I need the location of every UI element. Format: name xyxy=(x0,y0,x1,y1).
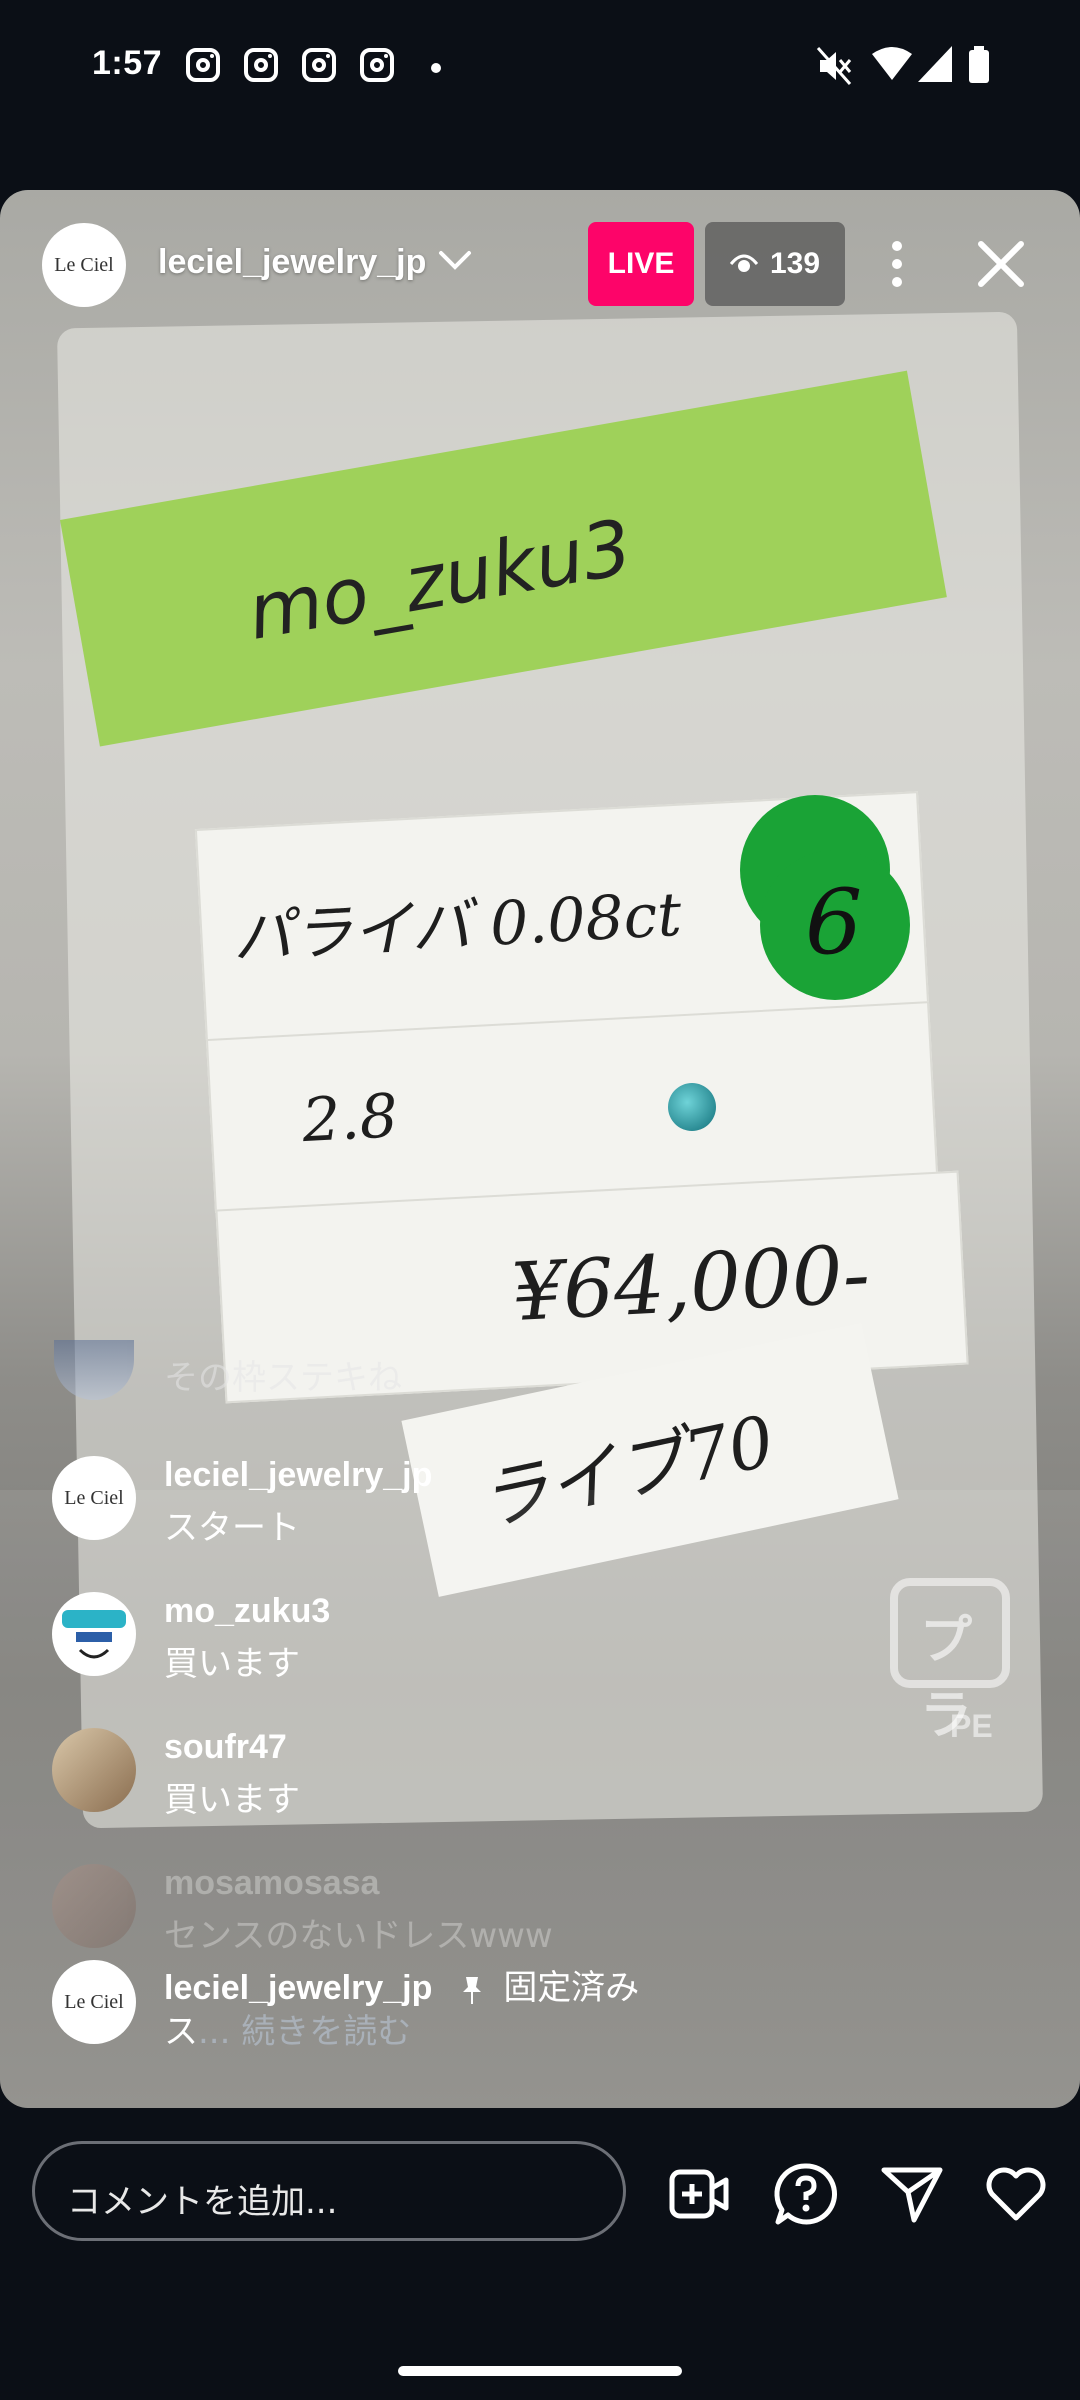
viewer-count: 139 xyxy=(769,247,821,280)
instagram-icon xyxy=(302,48,336,82)
card-stone-text: パライバ 0.08ct xyxy=(230,879,684,974)
comment-username-row: leciel_jewelry_jp 固定済み xyxy=(164,1960,639,2009)
heart-icon[interactable] xyxy=(984,2162,1048,2226)
pin-icon xyxy=(462,1977,481,2005)
eye-icon xyxy=(729,254,758,272)
pinned-label: 固定済み xyxy=(503,1968,640,2008)
wifi-icon xyxy=(872,47,912,80)
comment-text: スタート xyxy=(164,1508,300,1548)
battery-icon xyxy=(969,46,989,83)
send-icon[interactable] xyxy=(880,2162,944,2226)
question-icon[interactable] xyxy=(774,2162,838,2226)
avatar-illustration xyxy=(62,1610,126,1659)
comment-text: 買います xyxy=(164,1780,300,1820)
comment-username[interactable]: mo_zuku3 xyxy=(164,1592,330,1631)
comment-username[interactable]: leciel_jewelry_jp xyxy=(164,1456,432,1495)
comment-username[interactable]: mosamosasa xyxy=(164,1864,379,1903)
comment-text: センスのないドレスwww xyxy=(164,1916,553,1956)
more-options-icon[interactable] xyxy=(880,240,914,290)
commenter-logo: Le Ciel xyxy=(64,1486,124,1509)
add-video-icon[interactable] xyxy=(668,2162,732,2226)
status-bar: 1:57 xyxy=(0,0,1080,140)
pinned-comment[interactable]: Le Ciel leciel_jewelry_jp 固定済み ス... 続きを読… xyxy=(52,1960,952,2060)
signal-icon xyxy=(918,46,952,82)
card-size-text: 2.8 xyxy=(300,1081,400,1157)
comment-item[interactable]: mo_zuku3 買います xyxy=(52,1592,952,1692)
comment-avatar[interactable] xyxy=(52,1592,136,1676)
comment-item[interactable]: soufr47 買います xyxy=(52,1728,952,1828)
read-more-link[interactable]: ... 続きを読む xyxy=(198,2012,411,2052)
comment-item[interactable]: Le Ciel leciel_jewelry_jp スタート xyxy=(52,1456,952,1556)
note-text: mo_zuku3 xyxy=(241,502,639,657)
instagram-icon xyxy=(186,48,220,82)
gemstone xyxy=(668,1083,716,1131)
commenter-logo: Le Ciel xyxy=(64,1990,124,2013)
comment-avatar[interactable] xyxy=(52,1728,136,1812)
host-logo: Le Ciel xyxy=(54,253,114,276)
comment-text: その枠ステキね xyxy=(164,1358,402,1398)
comment-text-row: ス... 続きを読む xyxy=(164,2004,411,2053)
chevron-down-icon[interactable] xyxy=(438,250,472,272)
comment-avatar xyxy=(54,1340,134,1400)
card-number: 6 xyxy=(805,870,863,975)
live-badge: LIVE xyxy=(588,222,694,306)
home-indicator[interactable] xyxy=(398,2366,682,2376)
comment-input[interactable]: コメントを追加... xyxy=(32,2141,626,2241)
comment-username[interactable]: leciel_jewelry_jp xyxy=(164,1969,432,2007)
comment-text: 買います xyxy=(164,1644,300,1684)
host-avatar[interactable]: Le Ciel xyxy=(42,223,126,307)
comment-username[interactable]: soufr47 xyxy=(164,1728,287,1767)
more-notifications-dot xyxy=(431,63,441,73)
comment-list[interactable]: その枠ステキね Le Ciel leciel_jewelry_jp スタート m… xyxy=(0,1320,1080,2100)
comment-avatar[interactable]: Le Ciel xyxy=(52,1960,136,2044)
comment-input-placeholder: コメントを追加... xyxy=(67,2182,338,2222)
instagram-icon xyxy=(360,48,394,82)
comment-avatar[interactable] xyxy=(52,1864,136,1948)
green-sticker: 6 xyxy=(760,850,910,1000)
mute-icon xyxy=(816,47,852,85)
comment-item[interactable]: mosamosasa センスのないドレスwww xyxy=(52,1864,952,1964)
instagram-icon xyxy=(244,48,278,82)
status-time: 1:57 xyxy=(92,44,163,82)
comment-text: ス xyxy=(164,2012,198,2052)
viewer-count-badge[interactable]: 139 xyxy=(705,222,845,306)
host-username[interactable]: leciel_jewelry_jp xyxy=(158,243,426,282)
comment-avatar[interactable]: Le Ciel xyxy=(52,1456,136,1540)
close-icon[interactable] xyxy=(975,238,1027,290)
